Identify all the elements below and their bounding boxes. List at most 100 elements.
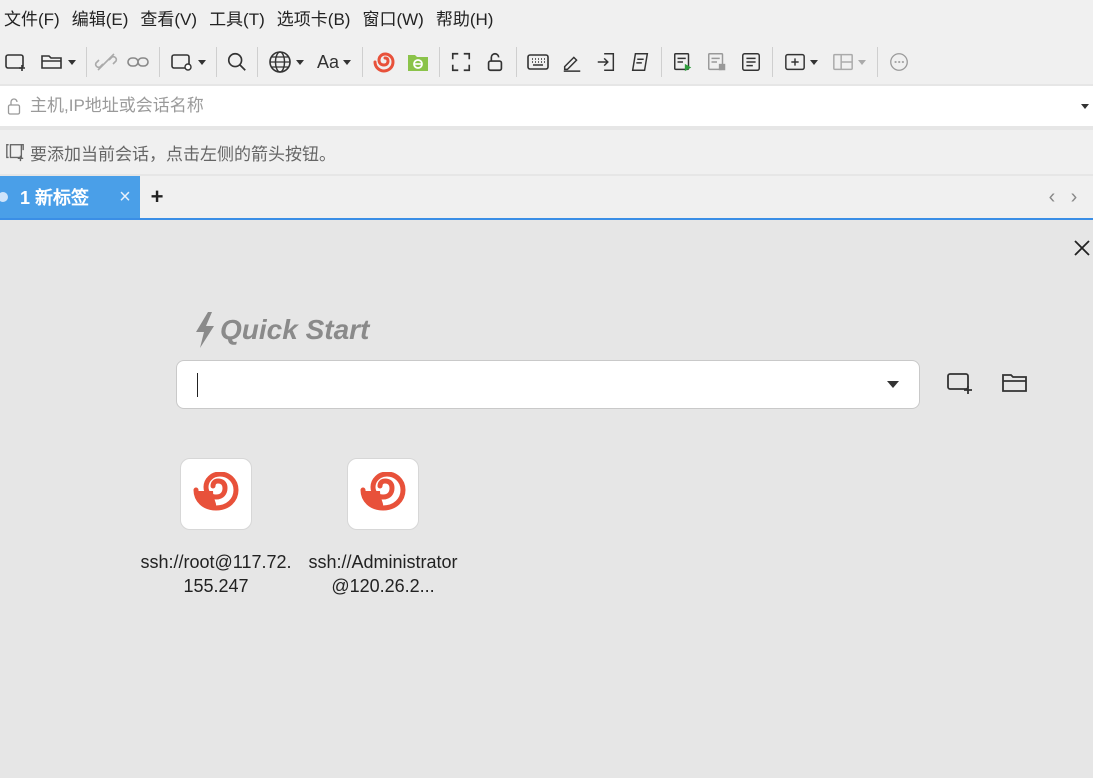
- chevron-down-icon: [810, 59, 818, 65]
- menu-edit[interactable]: 编辑(E): [68, 0, 137, 40]
- tab-new[interactable]: 1 新标签 ×: [0, 176, 140, 218]
- quick-start-input[interactable]: [198, 364, 887, 405]
- keyboard-icon: [526, 50, 550, 74]
- notes-icon: [740, 51, 762, 73]
- transfer-icon: [595, 51, 617, 73]
- toolbar-divider: [159, 47, 160, 77]
- session-icon-box[interactable]: [180, 458, 252, 530]
- quick-start-combo[interactable]: [176, 360, 920, 409]
- plus-icon: +: [150, 184, 164, 209]
- new-session-button[interactable]: [945, 370, 975, 400]
- add-tab-group-icon: [784, 51, 806, 73]
- menu-tools[interactable]: 工具(T): [205, 0, 273, 40]
- toolbar-divider: [86, 47, 87, 77]
- toolbar: Aa: [0, 40, 1093, 84]
- open-session-button[interactable]: [1000, 370, 1030, 400]
- add-tab-button[interactable]: +: [140, 176, 174, 218]
- stop-log-icon: [706, 51, 728, 73]
- menu-tabs[interactable]: 选项卡(B): [273, 0, 359, 40]
- menu-view[interactable]: 查看(V): [136, 0, 205, 40]
- xshell-icon: [192, 470, 240, 517]
- xftp-button[interactable]: [401, 45, 435, 79]
- menu-window[interactable]: 窗口(W): [358, 0, 431, 40]
- find-button[interactable]: [221, 45, 253, 79]
- chevron-down-icon: [343, 59, 352, 65]
- toolbar-divider: [439, 47, 440, 77]
- tab-prev-button[interactable]: ‹: [1041, 176, 1063, 218]
- new-session-icon: [946, 370, 974, 401]
- recent-session-card[interactable]: ssh://Administrator@120.26.2...: [305, 458, 461, 598]
- new-window-button[interactable]: [164, 45, 212, 79]
- fullscreen-button[interactable]: [444, 45, 478, 79]
- font-icon: Aa: [316, 51, 340, 72]
- chevron-down-icon[interactable]: [1077, 86, 1093, 126]
- chevron-left-icon: ‹: [1048, 185, 1056, 208]
- chevron-down-icon: [858, 59, 866, 65]
- tab-bar: 1 新标签 × + ‹ ›: [0, 176, 1093, 220]
- add-tab-group-button[interactable]: [777, 45, 825, 79]
- chat-button[interactable]: [882, 45, 916, 79]
- fullscreen-icon: [450, 51, 472, 73]
- tab-next-button[interactable]: ›: [1063, 176, 1085, 218]
- menu-file[interactable]: 文件(F): [0, 0, 68, 40]
- chevron-right-icon: ›: [1070, 185, 1078, 208]
- recent-session-card[interactable]: ssh://root@117.72.155.247: [138, 458, 294, 598]
- search-icon: [226, 51, 248, 73]
- font-button[interactable]: Aa: [310, 45, 358, 79]
- start-log-button[interactable]: [666, 45, 700, 79]
- toolbar-divider: [877, 47, 878, 77]
- toolbar-divider: [257, 47, 258, 77]
- folder-open-icon: [40, 50, 64, 74]
- tab-status-dot: [0, 192, 8, 202]
- keyboard-button[interactable]: [521, 45, 555, 79]
- new-session-icon: [4, 50, 28, 74]
- session-hint-bar: 要添加当前会话，点击左侧的箭头按钮。: [0, 130, 1093, 174]
- encoding-button[interactable]: [262, 45, 310, 79]
- quick-start-panel: Quick Start ssh://root@117.72.155.247 ss…: [0, 220, 1093, 778]
- lock-button[interactable]: [478, 45, 512, 79]
- compose-icon: [561, 51, 583, 73]
- xshell-icon: [372, 50, 396, 74]
- layout-button[interactable]: [825, 45, 873, 79]
- folder-open-icon: [1001, 371, 1029, 400]
- host-input[interactable]: [26, 88, 1077, 124]
- xshell-icon: [359, 470, 407, 517]
- add-session-icon[interactable]: [0, 142, 30, 162]
- disconnect-icon: [94, 50, 118, 74]
- compose-button[interactable]: [555, 45, 589, 79]
- menu-help[interactable]: 帮助(H): [432, 0, 502, 40]
- xshell-button[interactable]: [367, 45, 401, 79]
- close-panel-button[interactable]: [1070, 238, 1093, 262]
- chat-icon: [888, 51, 910, 73]
- new-window-icon: [170, 50, 194, 74]
- layout-icon: [832, 51, 854, 73]
- notes-button[interactable]: [734, 45, 768, 79]
- new-session-button[interactable]: [2, 45, 30, 79]
- toolbar-divider: [772, 47, 773, 77]
- lock-icon: [484, 51, 506, 73]
- menu-bar: 文件(F) 编辑(E) 查看(V) 工具(T) 选项卡(B) 窗口(W) 帮助(…: [0, 0, 1093, 40]
- chevron-down-icon: [296, 59, 304, 65]
- toolbar-divider: [661, 47, 662, 77]
- xftp-icon: [406, 50, 430, 74]
- script-button[interactable]: [623, 45, 657, 79]
- chevron-down-icon[interactable]: [887, 381, 899, 388]
- chevron-down-icon: [198, 59, 206, 65]
- hint-text: 要添加当前会话，点击左侧的箭头按钮。: [30, 144, 336, 164]
- globe-icon: [268, 50, 292, 74]
- transfer-button[interactable]: [589, 45, 623, 79]
- disconnect-button[interactable]: [91, 45, 121, 79]
- script-icon: [629, 51, 651, 73]
- stop-log-button[interactable]: [700, 45, 734, 79]
- lightning-icon: [192, 310, 218, 350]
- session-label: ssh://root@117.72.155.247: [140, 552, 292, 596]
- link-icon: [126, 50, 150, 74]
- session-icon-box[interactable]: [347, 458, 419, 530]
- lock-icon: [2, 97, 26, 115]
- close-icon[interactable]: ×: [110, 186, 140, 209]
- reconnect-button[interactable]: [121, 45, 155, 79]
- tab-label: 1 新标签: [20, 188, 90, 208]
- open-session-button[interactable]: [34, 45, 82, 79]
- toolbar-divider: [516, 47, 517, 77]
- address-bar: [0, 86, 1093, 126]
